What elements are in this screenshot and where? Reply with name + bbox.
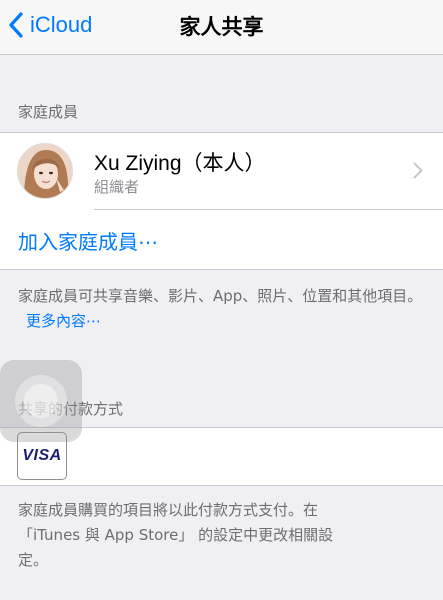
payment-footer-line: 定。 xyxy=(18,551,49,569)
family-members-header: 家庭成員 xyxy=(18,103,79,121)
family-members-footer: 家庭成員可共享音樂、影片、App、照片、位置和其他項目。更多內容⋯ xyxy=(18,284,428,334)
member-name: Xu Ziying（本人） xyxy=(94,152,266,175)
member-role: 組織者 xyxy=(94,178,140,196)
more-info-link[interactable]: 更多內容⋯ xyxy=(26,312,101,330)
payment-footer: 家庭成員購買的項目將以此付款方式支付。在 「iTunes 與 App Store… xyxy=(18,498,428,573)
add-family-member-button[interactable]: 加入家庭成員⋯ xyxy=(18,226,158,255)
family-sharing-description: 家庭成員可共享音樂、影片、App、照片、位置和其他項目。 xyxy=(18,287,423,305)
page-title: 家人共享 xyxy=(179,15,264,39)
row-separator xyxy=(94,209,443,210)
family-members-group: Xu Ziying（本人） 組織者 加入家庭成員⋯ xyxy=(0,132,443,270)
payment-footer-line: 家庭成員購買的項目將以此付款方式支付。在 xyxy=(18,501,319,519)
payment-footer-line: 「iTunes 與 App Store」 的設定中更改相關設 xyxy=(18,526,334,544)
assistive-touch-icon[interactable] xyxy=(0,360,82,442)
card-brand-label: VISA xyxy=(22,447,62,464)
navigation-bar: iCloud 家人共享 xyxy=(0,0,443,55)
avatar xyxy=(17,143,73,199)
assistive-touch-inner-ring xyxy=(24,384,58,418)
chevron-right-icon xyxy=(413,162,423,183)
member-row[interactable]: Xu Ziying（本人） 組織者 xyxy=(0,133,443,210)
